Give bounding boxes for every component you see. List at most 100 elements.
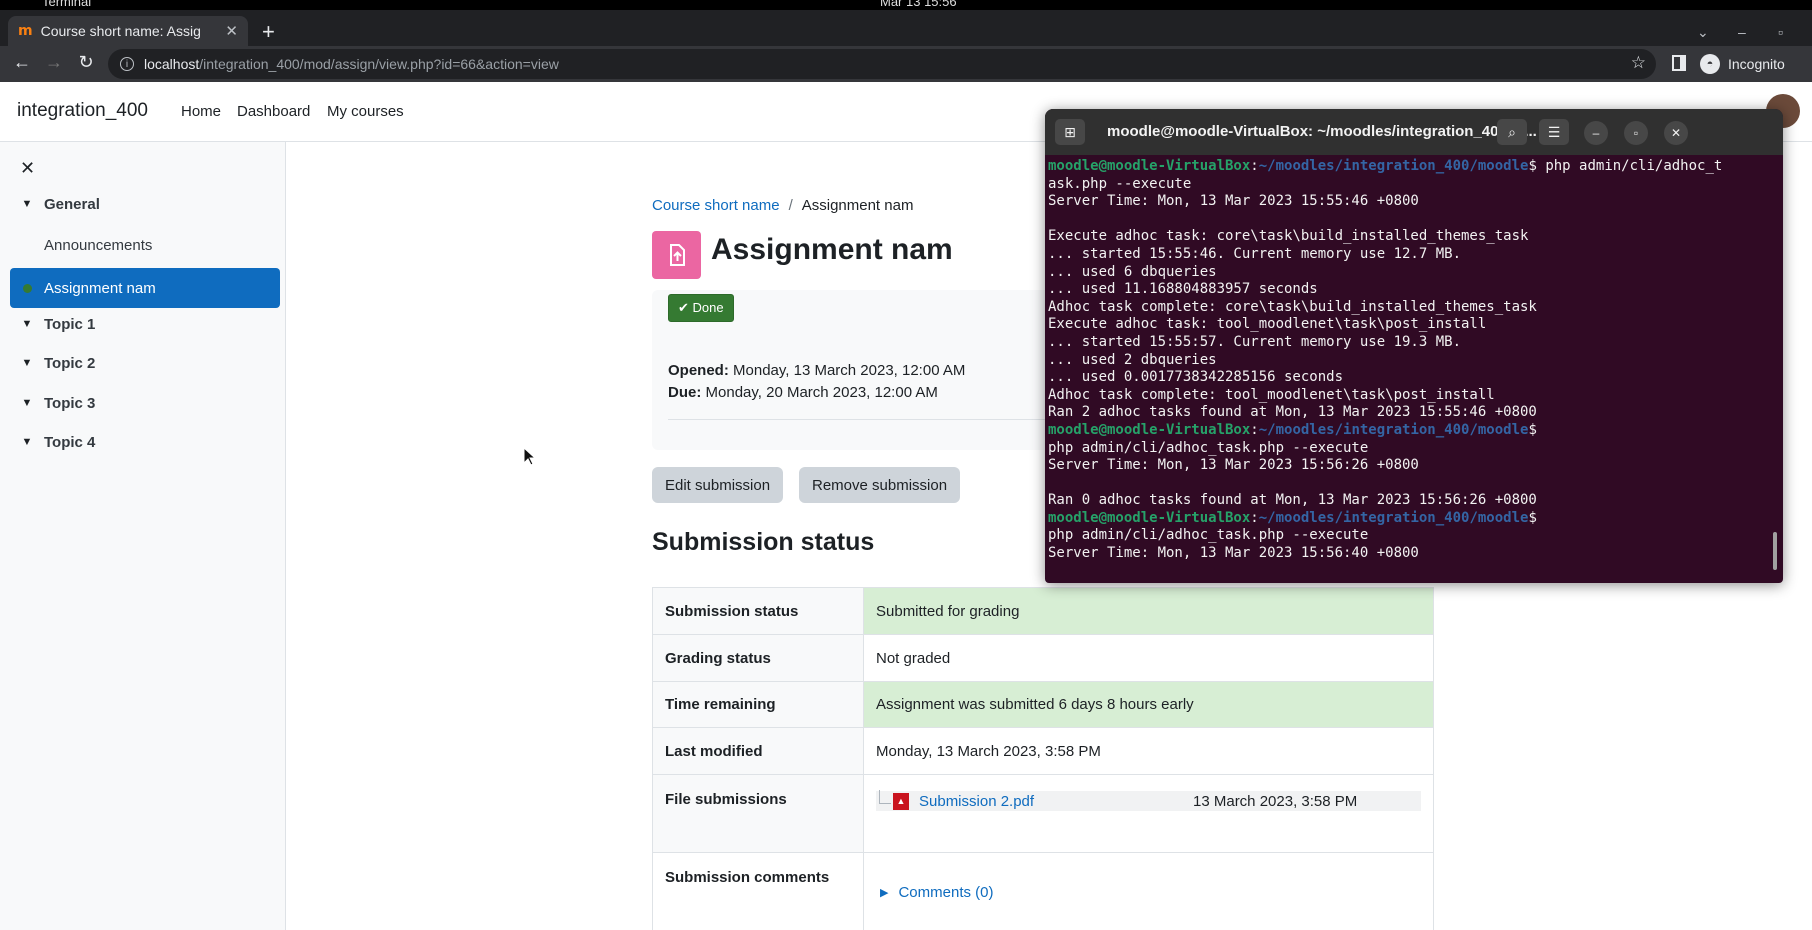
terminal-line: Ran 0 adhoc tasks found at Mon, 13 Mar 2… [1048,492,1537,509]
os-clock[interactable]: Mar 13 15:56 [880,0,957,9]
terminal-menu-icon[interactable]: ☰ [1539,119,1569,145]
section-label: Topic 1 [44,315,96,333]
forward-icon[interactable]: → [42,52,66,73]
due-label: Due: [668,384,702,401]
site-name[interactable]: integration_400 [17,100,148,122]
course-index-item-assignment[interactable]: Assignment nam [10,268,280,308]
prompt-suffix: $ [1528,509,1537,526]
chevron-down-icon[interactable]: ▼ [10,436,44,448]
terminal-maximize-icon[interactable]: ▫ [1624,121,1648,145]
remove-submission-button[interactable]: Remove submission [799,467,961,503]
prompt-path: ~/moodles/integration_400/moodle [1258,421,1529,438]
caret-right-icon[interactable]: ▶ [880,886,888,899]
minimize-window-icon[interactable]: – [1738,24,1746,40]
incognito-label: Incognito [1728,56,1785,72]
course-index-section-general[interactable]: ▼ General [10,184,280,224]
reload-icon[interactable]: ↻ [74,52,98,73]
terminal-line: Adhoc task complete: tool_moodlenet\task… [1048,386,1495,403]
tab-title: Course short name: Assig [40,23,201,39]
prompt-path: ~/moodles/integration_400/moodle [1258,509,1529,526]
course-index-section-topic-2[interactable]: ▼ Topic 2 [10,343,280,383]
chevron-down-icon[interactable]: ▼ [10,198,44,210]
tab-close-icon[interactable]: ✕ [225,22,238,40]
maximize-window-icon[interactable]: ▫ [1778,24,1783,40]
side-panel-icon[interactable] [1672,55,1686,71]
terminal-line: Ran 2 adhoc tasks found at Mon, 13 Mar 2… [1048,404,1537,421]
terminal-line: ... started 15:55:46. Current memory use… [1048,245,1462,262]
table-row: Grading status Not graded [652,634,1434,682]
incognito-indicator[interactable]: ◓ Incognito [1700,54,1785,74]
new-tab-icon[interactable]: + [262,21,275,43]
course-index-section-topic-1[interactable]: ▼ Topic 1 [10,304,280,344]
edit-submission-button[interactable]: Edit submission [652,467,784,503]
chevron-down-icon[interactable]: ▼ [10,318,44,330]
prompt-user-host: moodle@moodle-VirtualBox [1048,158,1251,174]
submission-status-heading: Submission status [652,528,875,556]
browser-tab[interactable]: m Course short name: Assig ✕ [8,16,248,46]
os-top-bar: Terminal Mar 13 15:56 [0,0,1812,10]
moodle-favicon-icon: m [18,23,33,39]
tree-connector [879,790,891,804]
opened-value: Monday, 13 March 2023, 12:00 AM [733,362,966,379]
terminal-search-icon[interactable]: ⌕ [1497,119,1527,145]
terminal-minimize-icon[interactable]: – [1584,121,1608,145]
browser-toolbar: ← → ↻ i localhost /integration_400/mod/a… [0,46,1812,82]
activity-dates: Opened: Monday, 13 March 2023, 12:00 AM … [668,360,965,404]
section-label: Topic 2 [44,354,96,372]
pdf-file-icon: ▲ [893,792,909,810]
new-terminal-tab-icon[interactable]: ⊞ [1055,119,1085,145]
chevron-down-icon[interactable]: ▼ [10,397,44,409]
course-index-section-topic-4[interactable]: ▼ Topic 4 [10,422,280,462]
table-row: Last modified Monday, 13 March 2023, 3:5… [652,727,1434,775]
terminal-header: ⊞ moodle@moodle-VirtualBox: ~/moodles/in… [1045,109,1783,155]
table-row: File submissions ▲ Submission 2.pdf 13 M… [652,774,1434,853]
nav-my-courses-link[interactable]: My courses [327,103,404,120]
comments-toggle[interactable]: ▶ Comments (0) [876,884,1421,901]
terminal-line: ... used 11.168804883957 seconds [1048,281,1318,298]
nav-home-link[interactable]: Home [181,103,221,120]
url-path: /integration_400/mod/assign/view.php?id=… [199,56,559,72]
submission-file-link[interactable]: Submission 2.pdf [919,793,1034,810]
terminal-line: php admin/cli/adhoc_task.php --execute [1048,439,1369,456]
terminal-line: Server Time: Mon, 13 Mar 2023 15:55:46 +… [1048,193,1419,210]
terminal-close-icon[interactable]: ✕ [1664,121,1688,145]
site-info-icon[interactable]: i [120,57,134,71]
bookmark-star-icon[interactable]: ☆ [1631,53,1646,73]
terminal-line: Server Time: Mon, 13 Mar 2023 15:56:26 +… [1048,457,1419,474]
terminal-line: php admin/cli/adhoc_t [1536,158,1723,174]
submission-file-date: 13 March 2023, 3:58 PM [1193,792,1358,810]
address-bar[interactable]: i localhost /integration_400/mod/assign/… [108,49,1656,79]
terminal-line: ... used 6 dbqueries [1048,263,1217,280]
breadcrumb: Course short name / Assignment nam [652,197,913,214]
back-icon[interactable]: ← [10,52,34,73]
assignment-icon [652,231,701,279]
row-value: Submitted for grading [863,587,1434,635]
comments-link[interactable]: Comments (0) [898,884,993,901]
browser-tab-strip: m Course short name: Assig ✕ + ⌄ – ▫ [0,10,1812,46]
breadcrumb-course-link[interactable]: Course short name [652,197,780,214]
prompt-suffix: $ [1528,158,1537,174]
close-drawer-icon[interactable]: ✕ [20,158,35,179]
prompt-suffix: $ [1528,421,1537,438]
row-value: Assignment was submitted 6 days 8 hours … [863,681,1434,728]
table-row: Submission comments ▶ Comments (0) [652,852,1434,930]
nav-dashboard-link[interactable]: Dashboard [237,103,310,120]
terminal-line: Execute adhoc task: core\task\build_inst… [1048,228,1529,245]
prompt-path: ~/moodles/integration_400/moodle [1258,158,1529,174]
os-app-label: Terminal [42,0,92,9]
chevron-down-icon[interactable]: ▼ [10,357,44,369]
terminal-scrollbar[interactable] [1773,532,1777,570]
course-index-section-topic-3[interactable]: ▼ Topic 3 [10,383,280,423]
terminal-output[interactable]: moodle@moodle-VirtualBox:~/moodles/integ… [1048,158,1768,563]
terminal-window[interactable]: ⊞ moodle@moodle-VirtualBox: ~/moodles/in… [1045,109,1783,583]
prompt-user-host: moodle@moodle-VirtualBox [1048,509,1251,526]
table-row: Time remaining Assignment was submitted … [652,681,1434,728]
row-label: Submission status [652,587,864,635]
table-row: Submission status Submitted for grading [652,587,1434,635]
terminal-line: ... used 2 dbqueries [1048,351,1217,368]
tab-search-icon[interactable]: ⌄ [1697,24,1709,41]
course-index-item-announcements[interactable]: Announcements [10,225,280,265]
row-label: Submission comments [652,852,864,930]
row-label: Last modified [652,727,864,775]
breadcrumb-current: Assignment nam [801,197,914,214]
